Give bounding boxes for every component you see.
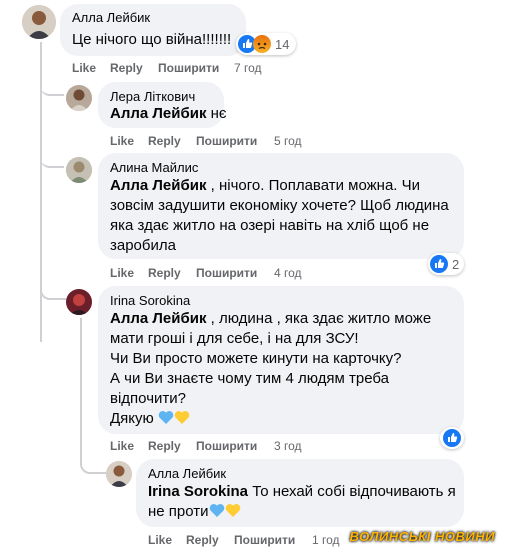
share-button[interactable]: Поширити [196,266,257,280]
thread-connector [80,454,106,474]
timestamp[interactable]: 7 год [234,61,262,75]
reaction-count: 14 [275,36,290,52]
share-button[interactable]: Поширити [196,134,257,148]
like-button[interactable]: Like [148,533,172,547]
thread-connector [40,76,64,96]
comment-text-body: зовсім задушити економіку хочете? Щоб лю… [110,197,449,254]
share-button[interactable]: Поширити [234,533,295,547]
like-button[interactable]: Like [110,266,134,280]
avatar[interactable] [66,157,92,183]
like-icon [443,429,461,447]
angry-icon [253,35,271,53]
mention-link[interactable]: Алла Лейбик [110,177,206,194]
timestamp[interactable]: 5 год [274,134,302,148]
blue-heart-icon [158,411,174,424]
comment-author[interactable]: Алла Лейбик [148,466,226,481]
comment-text-body: не проти [148,503,209,520]
like-button[interactable]: Like [110,134,134,148]
reply-button[interactable]: Reply [186,533,219,547]
mention-link[interactable]: Алла Лейбик [110,105,206,122]
avatar[interactable] [66,289,92,315]
comment-text-body: нє [206,105,227,122]
blue-heart-icon [209,504,224,517]
comment-text: Алла Лейбик нє [110,104,227,124]
share-button[interactable]: Поширити [196,439,257,453]
timestamp[interactable]: 3 год [274,439,302,453]
comment-author[interactable]: Лера Літкович [110,89,195,104]
thread-line-nested [80,318,82,456]
reply-button[interactable]: Reply [148,134,181,148]
timestamp[interactable]: 1 год [312,533,340,547]
thread-connector [40,280,66,300]
avatar[interactable] [66,85,92,111]
avatar[interactable] [22,5,56,39]
timestamp[interactable]: 4 год [274,266,302,280]
mention-link[interactable]: Алла Лейбик [110,310,206,327]
comment-text: Алла Лейбик , нічого. Поплавати можна. Ч… [110,177,449,254]
watermark: ВОЛИНСЬКІ НОВИНИ [349,529,495,544]
comment-text: Це нічого що війна!!!!!!! [72,31,232,48]
reply-button[interactable]: Reply [148,266,181,280]
reply-button[interactable]: Reply [148,439,181,453]
yellow-heart-icon [174,411,190,424]
like-icon [430,255,448,273]
reaction-summary[interactable]: 14 [236,33,296,55]
reaction-summary[interactable] [440,427,464,449]
reaction-count: 2 [452,256,460,272]
avatar[interactable] [106,461,132,487]
reply-button[interactable]: Reply [110,61,143,75]
share-button[interactable]: Поширити [158,61,219,75]
comment-author[interactable]: Irina Sorokina [110,293,190,308]
comment-text: Irina Sorokina То нехай собі відпочивают… [148,483,456,520]
thread-connector [40,148,64,168]
comment-text: Алла Лейбик , людина , яка здає житло мо… [110,310,432,427]
comment-author[interactable]: Алина Майлис [110,160,198,175]
mention-link[interactable]: Irina Sorokina [148,483,248,500]
comment-text-body: мати гроші і для себе, і на для ЗСУ! Чи … [110,330,402,407]
like-button[interactable]: Like [110,439,134,453]
yellow-heart-icon [225,504,240,517]
comment-author[interactable]: Алла Лейбик [72,10,150,25]
reaction-summary[interactable]: 2 [428,253,464,275]
like-button[interactable]: Like [72,61,96,75]
